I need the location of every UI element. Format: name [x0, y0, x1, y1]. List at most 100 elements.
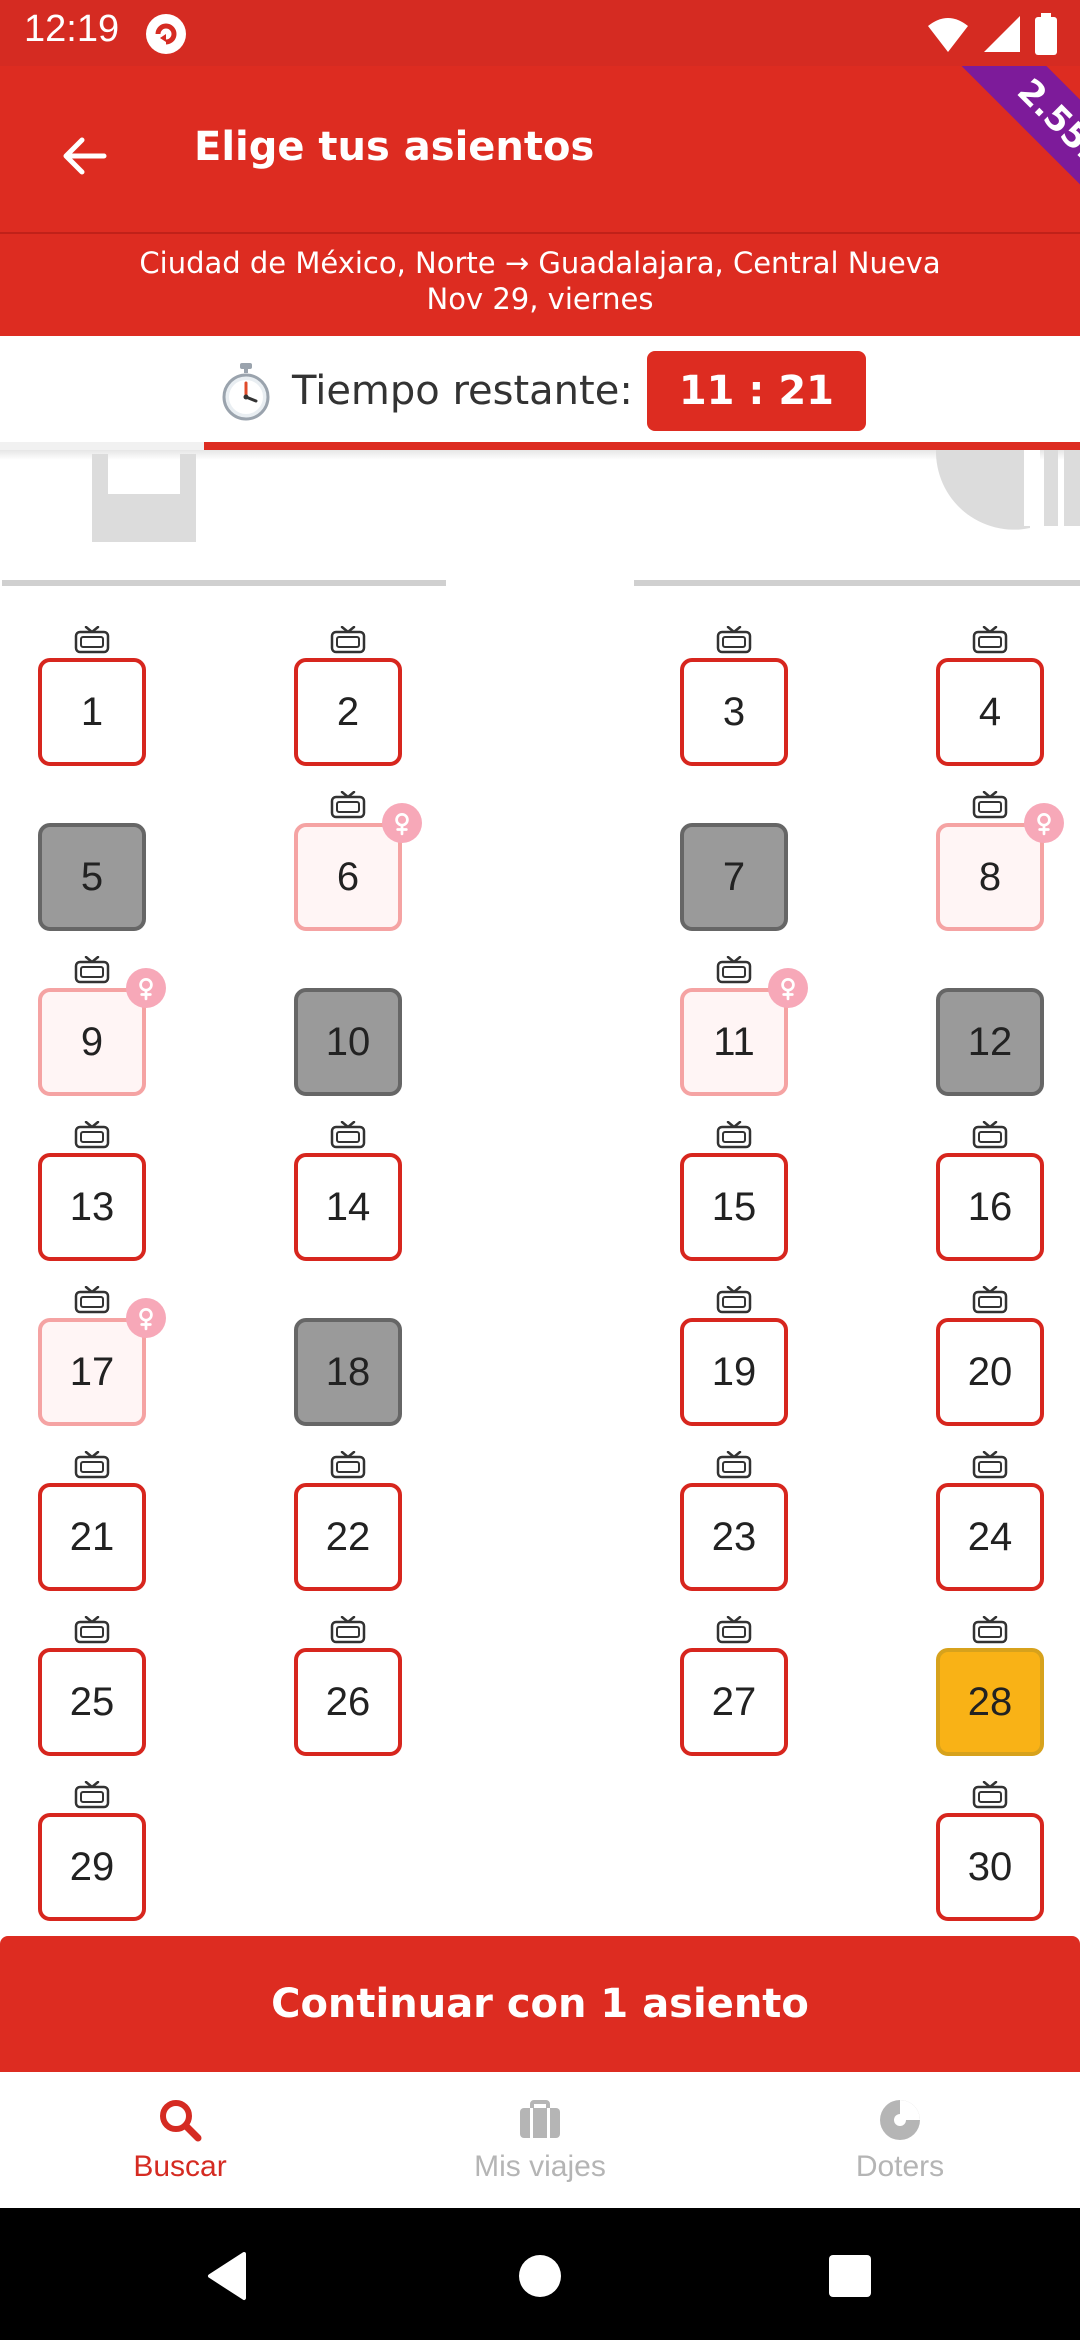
tv-icon: [972, 1615, 1008, 1644]
seat-6[interactable]: 6: [294, 823, 402, 931]
seat-number: 8: [978, 854, 1002, 899]
seat-16[interactable]: 16: [936, 1153, 1044, 1261]
tv-icon: [74, 1615, 110, 1644]
timer-value: 11 : 21: [646, 351, 866, 431]
seat-number: 15: [711, 1184, 757, 1229]
route-date: Nov 29, viernes: [426, 282, 654, 316]
seat-29[interactable]: 29: [38, 1813, 146, 1921]
seat-number: 21: [69, 1514, 115, 1559]
seat-27[interactable]: 27: [680, 1648, 788, 1756]
tv-icon: [716, 625, 752, 654]
nav-item-mis-viajes[interactable]: Mis viajes: [360, 2072, 720, 2208]
seat-4[interactable]: 4: [936, 658, 1044, 766]
back-button[interactable]: [44, 116, 124, 196]
seat-number: 27: [711, 1679, 757, 1724]
seat-number: 7: [722, 854, 746, 899]
seat-number: 11: [713, 1019, 755, 1064]
timer-progress-bar: [204, 442, 1080, 450]
seat-23[interactable]: 23: [680, 1483, 788, 1591]
app-root: 12:19 Elige tus asientos 2.55.0 Ciudad d…: [0, 0, 1080, 2340]
continue-button[interactable]: Continuar con 1 asiento: [0, 1936, 1080, 2072]
tv-icon: [716, 1615, 752, 1644]
seat-20[interactable]: 20: [936, 1318, 1044, 1426]
seat-28[interactable]: 28: [936, 1648, 1044, 1756]
seat-25[interactable]: 25: [38, 1648, 146, 1756]
female-seat-icon: [126, 968, 166, 1008]
seat-17[interactable]: 17: [38, 1318, 146, 1426]
seat-9[interactable]: 9: [38, 988, 146, 1096]
seat-number: 24: [967, 1514, 1013, 1559]
seat-number: 6: [336, 854, 360, 899]
seat-number: 18: [325, 1349, 371, 1394]
nav-label-buscar: Buscar: [133, 2150, 227, 2183]
seat-22[interactable]: 22: [294, 1483, 402, 1591]
seat-3[interactable]: 3: [680, 658, 788, 766]
tv-icon: [972, 790, 1008, 819]
cell-signal-icon: [984, 16, 1020, 52]
stopwatch-icon: [222, 363, 270, 421]
seat-8[interactable]: 8: [936, 823, 1044, 931]
doters-icon: [880, 2100, 920, 2140]
nav-item-buscar[interactable]: Buscar: [0, 2072, 360, 2208]
seat-number: 14: [325, 1184, 371, 1229]
seat-11[interactable]: 11: [680, 988, 788, 1096]
page-title: Elige tus asientos: [194, 124, 595, 170]
bus-front: [0, 450, 1080, 590]
seat-12: 12: [936, 988, 1044, 1096]
seat-number: 26: [325, 1679, 371, 1724]
app-bar: Elige tus asientos: [0, 66, 1080, 232]
seat-number: 3: [722, 689, 746, 734]
female-seat-icon: [768, 968, 808, 1008]
timer-row: Tiempo restante: 11 : 21: [0, 336, 1080, 446]
seat-number: 23: [711, 1514, 757, 1559]
tv-icon: [972, 1285, 1008, 1314]
app-notification-icon: [146, 14, 186, 54]
tv-icon: [972, 1780, 1008, 1809]
bus-divider-right: [634, 580, 1080, 586]
seat-26[interactable]: 26: [294, 1648, 402, 1756]
seat-30[interactable]: 30: [936, 1813, 1044, 1921]
tv-icon: [716, 955, 752, 984]
status-time: 12:19: [24, 8, 120, 50]
seat-18: 18: [294, 1318, 402, 1426]
seat-13[interactable]: 13: [38, 1153, 146, 1261]
female-seat-icon: [126, 1298, 166, 1338]
tv-icon: [330, 1615, 366, 1644]
system-recents-icon[interactable]: [822, 2248, 878, 2304]
route-description: Ciudad de México, Norte → Guadalajara, C…: [139, 246, 941, 280]
nav-label-mis-viajes: Mis viajes: [474, 2150, 606, 2183]
seat-2[interactable]: 2: [294, 658, 402, 766]
bus-divider-left: [2, 580, 446, 586]
seat-number: 5: [80, 854, 104, 899]
system-back-icon[interactable]: [200, 2248, 256, 2304]
route-banner: Ciudad de México, Norte → Guadalajara, C…: [0, 232, 1080, 336]
seat-7: 7: [680, 823, 788, 931]
seat-number: 1: [80, 689, 104, 734]
seat-number: 12: [967, 1019, 1013, 1064]
seat-24[interactable]: 24: [936, 1483, 1044, 1591]
wifi-icon: [928, 18, 968, 52]
tv-icon: [74, 1450, 110, 1479]
system-nav-bar: [0, 2208, 1080, 2340]
system-home-icon[interactable]: [512, 2248, 568, 2304]
female-seat-icon: [1024, 803, 1064, 843]
tv-icon: [716, 1285, 752, 1314]
seat-number: 2: [336, 689, 360, 734]
tv-icon: [716, 1120, 752, 1149]
tv-icon: [330, 790, 366, 819]
seat-number: 4: [978, 689, 1002, 734]
tv-icon: [74, 1120, 110, 1149]
tv-icon: [330, 1450, 366, 1479]
seat-14[interactable]: 14: [294, 1153, 402, 1261]
seat-21[interactable]: 21: [38, 1483, 146, 1591]
timer-label: Tiempo restante:: [292, 368, 633, 414]
tv-icon: [330, 625, 366, 654]
tv-icon: [972, 625, 1008, 654]
seat-1[interactable]: 1: [38, 658, 146, 766]
seat-5: 5: [38, 823, 146, 931]
seat-19[interactable]: 19: [680, 1318, 788, 1426]
tv-icon: [972, 1120, 1008, 1149]
nav-item-doters[interactable]: Doters: [720, 2072, 1080, 2208]
steering-wheel-icon: [935, 450, 1080, 530]
seat-15[interactable]: 15: [680, 1153, 788, 1261]
